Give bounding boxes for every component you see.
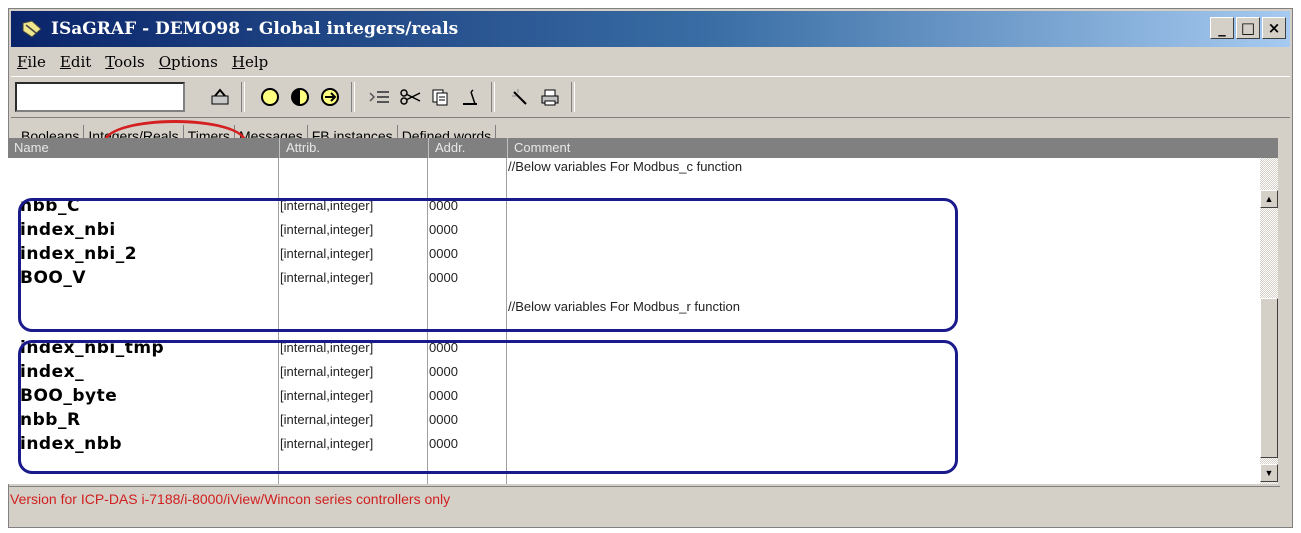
app-icon (21, 18, 43, 40)
title-bar[interactable]: ISaGRAF - DEMO98 - Global integers/reals… (11, 11, 1290, 47)
variable-combo-input[interactable] (15, 82, 185, 112)
vertical-scrollbar[interactable]: ▲ ▼ (1260, 158, 1278, 484)
print-icon[interactable] (537, 82, 563, 112)
menu-options[interactable]: Options (153, 53, 226, 71)
menu-help[interactable]: Help (226, 53, 276, 71)
column-header-addr[interactable]: Addr. (429, 138, 508, 158)
column-header-comment[interactable]: Comment (508, 138, 1278, 158)
menu-tools[interactable]: Tools (99, 53, 152, 71)
cut-icon[interactable] (397, 82, 423, 112)
copy-icon[interactable] (427, 82, 453, 112)
circle-empty-icon[interactable] (257, 82, 283, 112)
table-row[interactable]: BOO_V [internal,integer] 0000 (8, 266, 1260, 290)
column-header-attrib[interactable]: Attrib. (280, 138, 429, 158)
minimize-button[interactable]: _ (1210, 17, 1234, 39)
table-row[interactable]: index_nbi_tmp [internal,integer] 0000 (8, 336, 1260, 360)
menu-edit[interactable]: Edit (54, 53, 99, 71)
circle-half-icon[interactable] (287, 82, 313, 112)
table-row[interactable]: index_nbb [internal,integer] 0000 (8, 432, 1260, 456)
column-header-name[interactable]: Name (8, 138, 280, 158)
table-row[interactable]: index_nbi [internal,integer] 0000 (8, 218, 1260, 242)
table-row[interactable]: index_nbi_2 [internal,integer] 0000 (8, 242, 1260, 266)
scroll-thumb[interactable] (1260, 298, 1278, 458)
scroll-up-icon[interactable]: ▲ (1260, 190, 1278, 208)
maximize-button[interactable]: □ (1236, 17, 1260, 39)
table-row[interactable]: BOO_byte [internal,integer] 0000 (8, 384, 1260, 408)
scroll-down-icon[interactable]: ▼ (1260, 464, 1278, 482)
grid-header: Name Attrib. Addr. Comment (8, 138, 1278, 158)
comment-row[interactable]: //Below variables For Modbus_r function (8, 298, 1260, 318)
table-row[interactable]: index_ [internal,integer] 0000 (8, 360, 1260, 384)
table-row[interactable]: nbb_R [internal,integer] 0000 (8, 408, 1260, 432)
variables-grid: nbb_C [internal,integer] 0000 index_nbi [in… (8, 158, 1260, 484)
apply-icon[interactable] (207, 82, 233, 112)
close-button[interactable]: × (1262, 17, 1286, 39)
paste-icon[interactable] (457, 82, 483, 112)
comment-row[interactable]: //Below variables For Modbus_c function (8, 158, 1260, 178)
status-bar: Version for ICP-DAS i-7188/i-8000/iView/… (8, 486, 1280, 511)
table-row[interactable]: nbb_C [internal,integer] 0000 (8, 194, 1260, 218)
wand-icon[interactable] (507, 82, 533, 112)
circle-arrow-icon[interactable] (317, 82, 343, 112)
menu-bar: File Edit Tools Options Help (11, 49, 1290, 75)
toolbar (11, 76, 1290, 118)
insert-row-icon[interactable] (367, 82, 393, 112)
window-title: ISaGRAF - DEMO98 - Global integers/reals (51, 19, 459, 39)
menu-file[interactable]: File (11, 53, 54, 71)
